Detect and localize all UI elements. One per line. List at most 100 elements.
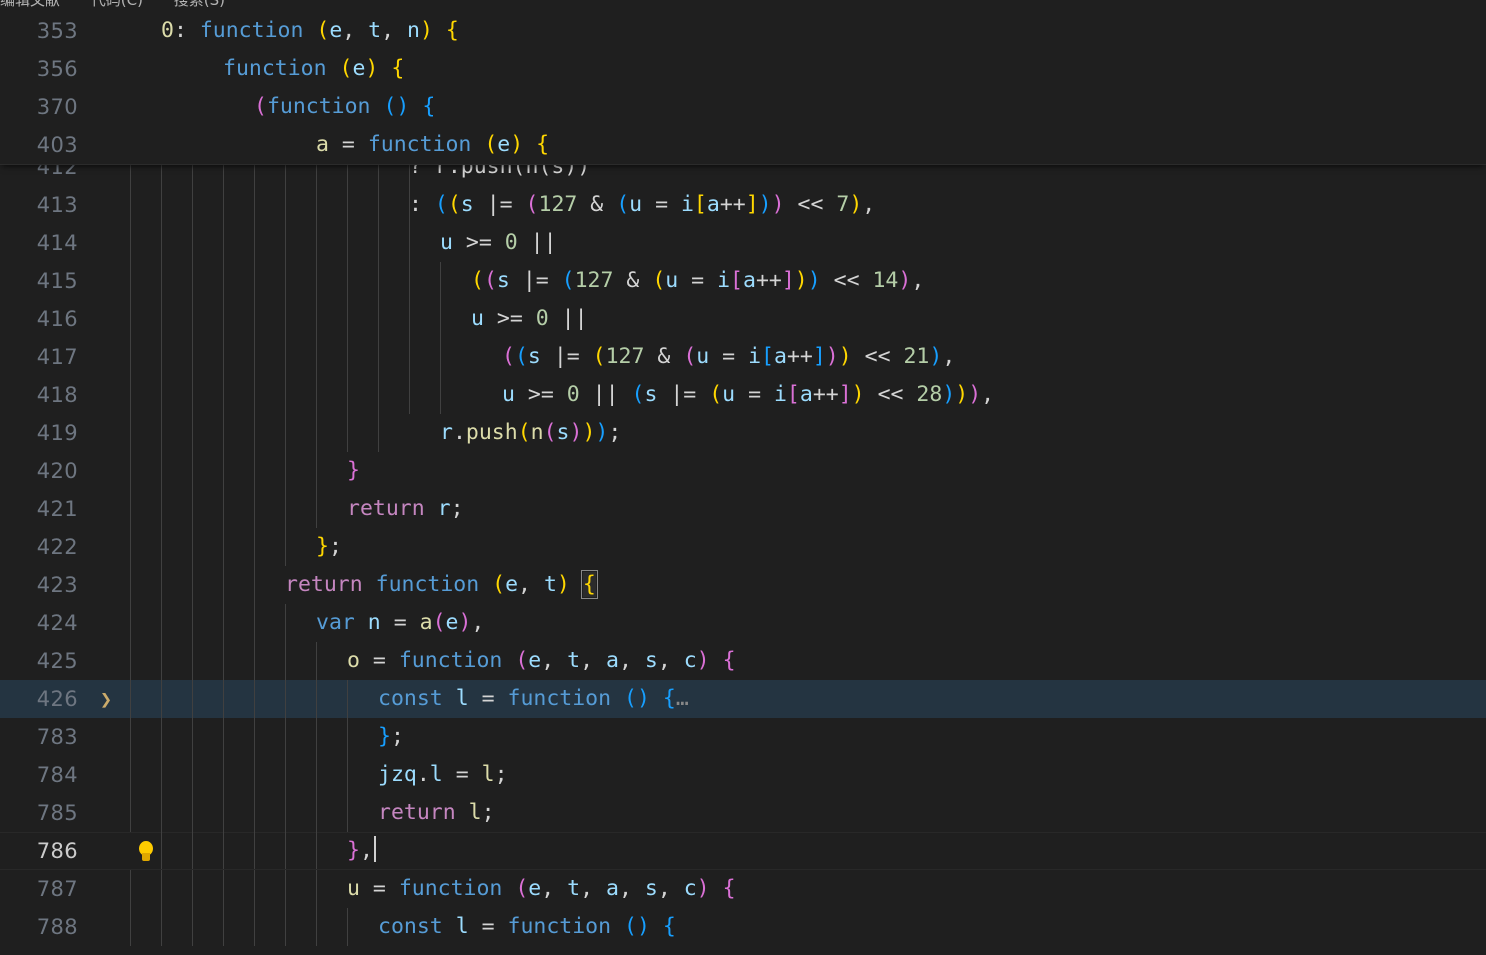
line-number: 787 xyxy=(36,877,78,901)
line-number: 423 xyxy=(36,573,78,597)
code-row[interactable]: 783 }; xyxy=(0,718,1486,756)
indent-guides xyxy=(0,300,1486,338)
indent-guides xyxy=(0,794,1486,832)
code-row[interactable]: 414 u >= 0 || xyxy=(0,224,1486,262)
sticky-scroll-header[interactable]: 353 0: function (e, t, n) { 356 function… xyxy=(0,12,1486,165)
sticky-scroll-line[interactable]: 370 (function () { xyxy=(0,88,1486,126)
code-text: }, xyxy=(347,832,376,870)
line-number: 421 xyxy=(36,497,78,521)
indent-guides xyxy=(0,908,1486,946)
code-editor[interactable]: 编辑文献 代码(C) 搜索(S) 412 ? r.push(n(s)) 413 xyxy=(0,0,1486,955)
code-text: 0: function (e, t, n) { xyxy=(161,18,459,43)
sticky-scroll-line[interactable]: 353 0: function (e, t, n) { xyxy=(0,12,1486,50)
indent-guides xyxy=(0,528,1486,566)
line-number: 418 xyxy=(36,383,78,407)
line-number: 353 xyxy=(36,19,78,43)
code-text: const l = function () { xyxy=(378,914,676,939)
menu-item-2[interactable]: 代码(C) xyxy=(91,0,143,9)
fold-ellipsis-icon: … xyxy=(675,686,689,711)
fold-chevron-icon[interactable]: ❯ xyxy=(96,680,116,718)
text-cursor xyxy=(373,836,376,862)
code-text: u >= 0 || (s |= (u = i[a++]) << 28))), xyxy=(502,382,995,407)
line-number: 356 xyxy=(36,57,78,81)
code-text: a = function (e) { xyxy=(316,132,550,157)
lightbulb-icon[interactable] xyxy=(136,841,156,863)
line-number: 422 xyxy=(36,535,78,559)
indent-guides xyxy=(0,756,1486,794)
line-number: 783 xyxy=(36,725,78,749)
chevron-down-icon xyxy=(904,0,917,5)
chevron-down-icon xyxy=(706,0,719,5)
code-text: function (e) { xyxy=(223,56,405,81)
line-number: 788 xyxy=(36,915,78,939)
code-text: u = function (e, t, a, s, c) { xyxy=(347,876,736,901)
line-number: 417 xyxy=(36,345,78,369)
code-row-active[interactable]: 786 }, xyxy=(0,832,1486,870)
indent-guides xyxy=(0,490,1486,528)
indent-guides xyxy=(0,870,1486,908)
line-number: 786 xyxy=(36,839,78,863)
code-row[interactable]: 419 r.push(n(s))); xyxy=(0,414,1486,452)
code-text: }; xyxy=(316,534,342,559)
code-row-folded[interactable]: 426 ❯ const l = function () {… xyxy=(0,680,1486,718)
indent-guides xyxy=(0,566,1486,604)
sticky-scroll-line[interactable]: 403 a = function (e) { xyxy=(0,126,1486,164)
code-text: var n = a(e), xyxy=(316,610,485,635)
line-number: 424 xyxy=(36,611,78,635)
code-text: jzq.l = l; xyxy=(378,762,508,787)
indent-guides xyxy=(0,680,1486,718)
code-row[interactable]: 418 u >= 0 || (s |= (u = i[a++]) << 28))… xyxy=(0,376,1486,414)
code-row[interactable]: 421 return r; xyxy=(0,490,1486,528)
line-number: 426 xyxy=(36,687,78,711)
code-surface[interactable]: 412 ? r.push(n(s)) 413 : ((s |= (127 & (… xyxy=(0,12,1486,955)
code-row[interactable]: 417 ((s |= (127 & (u = i[a++])) << 21), xyxy=(0,338,1486,376)
code-text: const l = function () {… xyxy=(378,686,689,711)
line-number: 370 xyxy=(36,95,78,119)
code-text: } xyxy=(347,458,360,483)
line-number: 425 xyxy=(36,649,78,673)
code-row[interactable]: 788 const l = function () { xyxy=(0,908,1486,946)
code-row[interactable]: 416 u >= 0 || xyxy=(0,300,1486,338)
indent-guides xyxy=(0,642,1486,680)
code-row[interactable]: 785 return l; xyxy=(0,794,1486,832)
code-row[interactable]: 415 ((s |= (127 & (u = i[a++])) << 14), xyxy=(0,262,1486,300)
code-text: u >= 0 || xyxy=(471,306,588,331)
indent-guides xyxy=(0,832,1486,870)
line-number: 785 xyxy=(36,801,78,825)
code-text: return function (e, t) { xyxy=(285,570,598,599)
code-row[interactable]: 424 var n = a(e), xyxy=(0,604,1486,642)
line-number: 416 xyxy=(36,307,78,331)
bracket-match-highlight: { xyxy=(580,570,598,599)
code-row[interactable]: 422 }; xyxy=(0,528,1486,566)
code-text: o = function (e, t, a, s, c) { xyxy=(347,648,736,673)
line-number: 784 xyxy=(36,763,78,787)
line-number: 419 xyxy=(36,421,78,445)
code-text: r.push(n(s))); xyxy=(440,420,622,445)
code-row[interactable]: 413 : ((s |= (127 & (u = i[a++])) << 7), xyxy=(0,186,1486,224)
code-text: : ((s |= (127 & (u = i[a++])) << 7), xyxy=(409,192,876,217)
code-row[interactable]: 425 o = function (e, t, a, s, c) { xyxy=(0,642,1486,680)
indent-guides xyxy=(0,604,1486,642)
code-text: ((s |= (127 & (u = i[a++])) << 21), xyxy=(502,344,956,369)
sticky-scroll-line[interactable]: 356 function (e) { xyxy=(0,50,1486,88)
menu-item-1[interactable]: 编辑文献 xyxy=(0,0,60,9)
line-number: 403 xyxy=(36,133,78,157)
menu-bar[interactable]: 编辑文献 代码(C) 搜索(S) xyxy=(0,0,1486,12)
code-text: (function () { xyxy=(254,94,436,119)
code-row[interactable]: 787 u = function (e, t, a, s, c) { xyxy=(0,870,1486,908)
indent-guides xyxy=(0,224,1486,262)
menu-bar-labels[interactable]: 编辑文献 代码(C) 搜索(S) xyxy=(0,0,251,10)
indent-guides xyxy=(0,452,1486,490)
indent-guides xyxy=(0,414,1486,452)
code-text: }; xyxy=(378,724,404,749)
line-number: 420 xyxy=(36,459,78,483)
code-row[interactable]: 784 jzq.l = l; xyxy=(0,756,1486,794)
code-text: u >= 0 || xyxy=(440,230,557,255)
code-text: return l; xyxy=(378,800,495,825)
indent-guides xyxy=(0,718,1486,756)
code-text: ((s |= (127 & (u = i[a++])) << 14), xyxy=(471,268,925,293)
code-row[interactable]: 423 return function (e, t) { xyxy=(0,566,1486,604)
menu-item-3[interactable]: 搜索(S) xyxy=(174,0,225,9)
code-text: return r; xyxy=(347,496,464,521)
code-row[interactable]: 420 } xyxy=(0,452,1486,490)
